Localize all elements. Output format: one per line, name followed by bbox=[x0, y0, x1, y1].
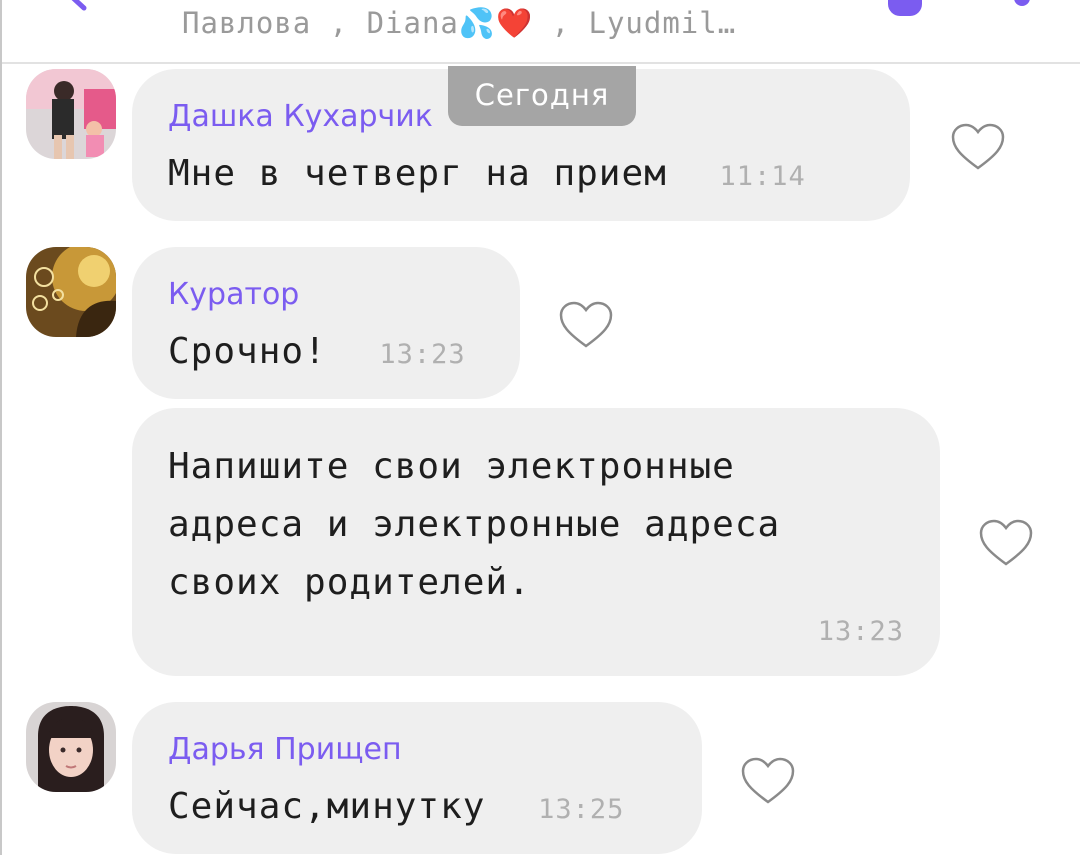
message-bubble[interactable]: Напишите свои электронные адреса и элект… bbox=[132, 408, 940, 676]
heart-icon[interactable] bbox=[978, 518, 1034, 568]
heart-icon[interactable] bbox=[558, 300, 614, 350]
message-time: 13:23 bbox=[817, 616, 904, 647]
chat-participants[interactable]: Павлова , Diana💦❤️ , Lyudmil… bbox=[182, 6, 736, 41]
heart-icon[interactable] bbox=[740, 756, 796, 806]
message-line: Напишите свои электронные bbox=[168, 446, 735, 487]
message-time: 13:25 bbox=[538, 794, 625, 825]
avatar-kurator[interactable] bbox=[26, 247, 116, 337]
back-arrow-icon[interactable] bbox=[62, 0, 92, 12]
message-line: своих родителей. bbox=[168, 562, 531, 603]
message-text: Срочно! 13:23 bbox=[168, 331, 466, 372]
date-separator: Сегодня bbox=[448, 66, 636, 126]
message-line: адреса и электронные адреса bbox=[168, 504, 781, 545]
message-text: Сейчас,минутку 13:25 bbox=[168, 786, 624, 827]
chat-header: Павлова , Diana💦❤️ , Lyudmil… bbox=[2, 0, 1080, 64]
message-time: 11:14 bbox=[719, 161, 806, 192]
message-body: Сейчас,минутку bbox=[168, 786, 486, 827]
menu-icon[interactable] bbox=[1014, 0, 1030, 6]
call-button[interactable] bbox=[888, 0, 922, 16]
message-bubble[interactable]: Куратор Срочно! 13:23 bbox=[132, 247, 520, 399]
message-text: Напишите свои электронные адреса и элект… bbox=[168, 438, 780, 612]
sender-name[interactable]: Куратор bbox=[168, 277, 299, 312]
sender-name[interactable]: Дарья Прищеп bbox=[168, 732, 402, 767]
avatar-darya[interactable] bbox=[26, 702, 116, 792]
message-bubble[interactable]: Дарья Прищеп Сейчас,минутку 13:25 bbox=[132, 702, 702, 854]
sender-name[interactable]: Дашка Кухарчик bbox=[168, 99, 433, 134]
message-time: 13:23 bbox=[379, 339, 466, 370]
message-text: Мне в четверг на прием 11:14 bbox=[168, 153, 806, 194]
message-body: Мне в четверг на прием bbox=[168, 153, 667, 194]
heart-icon[interactable] bbox=[950, 122, 1006, 172]
message-body: Срочно! bbox=[168, 331, 327, 372]
avatar-dashka[interactable] bbox=[26, 69, 116, 159]
chat-screen: Павлова , Diana💦❤️ , Lyudmil… Сегодня Да… bbox=[0, 0, 1080, 855]
